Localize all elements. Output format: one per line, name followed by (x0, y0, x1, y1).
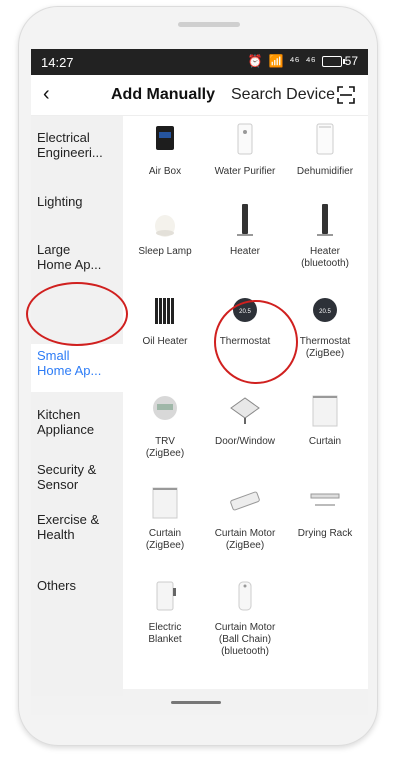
battery-indicator: 57 (321, 54, 358, 68)
device-sleep-lamp[interactable]: Sleep Lamp (125, 200, 205, 258)
sidebar-item-kitchen[interactable]: Kitchen Appliance (37, 407, 121, 437)
device-heater-bluetooth[interactable]: Heater (bluetooth) (285, 200, 365, 270)
scan-icon[interactable] (337, 86, 355, 104)
oil-heater-icon (125, 290, 205, 330)
air-box-icon (125, 120, 205, 160)
category-sidebar: Electrical Engineeri... Lighting Large H… (31, 116, 123, 696)
water-purifier-icon (205, 120, 285, 160)
sidebar-item-label: Large Home Ap... (37, 242, 102, 272)
signal-2: ⁴⁶ (305, 54, 316, 68)
sidebar-item-small-home-appliances[interactable]: Small Home Ap... (37, 348, 121, 378)
heater-bluetooth-icon (285, 200, 365, 240)
alarm-icon: ⏰ (247, 54, 263, 68)
device-curtain-motor-ball-chain[interactable]: Curtain Motor (Ball Chain) (bluetooth) (205, 576, 285, 658)
device-label: Air Box (148, 166, 182, 177)
device-trv-zigbee[interactable]: TRV (ZigBee) (125, 390, 205, 460)
sleep-lamp-icon (125, 200, 205, 240)
svg-text:20.5: 20.5 (319, 309, 331, 315)
device-oil-heater[interactable]: Oil Heater (125, 290, 205, 348)
annotation-circle-thermostat (214, 300, 298, 384)
sidebar-item-label: Lighting (37, 194, 83, 209)
trv-icon (125, 390, 205, 430)
heater-icon (205, 200, 285, 240)
sidebar-item-large-home-appliances[interactable]: Large Home Ap... (37, 242, 121, 272)
device-label: Curtain (308, 436, 342, 447)
device-label: Water Purifier (214, 166, 276, 177)
signal-1: ⁴⁶ (289, 54, 300, 68)
device-grid: Air Box Water Purifier Dehumidifier Slee… (123, 116, 368, 689)
device-drying-rack[interactable]: Drying Rack (285, 482, 365, 540)
device-label: Sleep Lamp (138, 246, 192, 257)
device-label: TRV (ZigBee) (145, 436, 185, 459)
device-label: Dehumidifier (296, 166, 354, 177)
device-label: Electric Blanket (148, 622, 182, 645)
device-label: Curtain (ZigBee) (145, 528, 185, 551)
home-indicator[interactable] (171, 701, 221, 704)
sidebar-item-label: Kitchen Appliance (37, 407, 95, 437)
sidebar-item-exercise[interactable]: Exercise & Health (37, 512, 121, 542)
door-window-sensor-icon (205, 390, 285, 430)
status-time: 14:27 (41, 55, 74, 70)
device-air-box[interactable]: Air Box (125, 120, 205, 178)
electric-blanket-icon (125, 576, 205, 616)
device-label: Heater (bluetooth) (301, 246, 349, 269)
device-curtain[interactable]: Curtain (285, 390, 365, 448)
drying-rack-icon (285, 482, 365, 522)
sidebar-item-label: Security & Sensor (37, 462, 97, 492)
ball-chain-motor-icon (205, 576, 285, 616)
device-label: Heater (229, 246, 260, 257)
sidebar-item-others[interactable]: Others (37, 578, 121, 593)
device-electric-blanket[interactable]: Electric Blanket (125, 576, 205, 646)
sidebar-item-label: Small Home Ap... (37, 348, 102, 378)
phone-speaker (178, 22, 240, 27)
sidebar-item-label: Others (37, 578, 77, 593)
app-screen: 14:27 ⏰ 📶 ⁴⁶ ⁴⁶ 57 ‹ Add Manually Search… (31, 49, 368, 715)
thermostat-zigbee-icon: 20.5 (285, 290, 365, 330)
device-curtain-zigbee[interactable]: Curtain (ZigBee) (125, 482, 205, 552)
status-bar: 14:27 ⏰ 📶 ⁴⁶ ⁴⁶ 57 (31, 49, 368, 75)
curtain-motor-icon (205, 482, 285, 522)
sidebar-item-label: Exercise & Health (37, 512, 100, 542)
device-label: Oil Heater (142, 336, 188, 347)
annotation-circle-small-home-appliances (26, 282, 128, 346)
sidebar-item-label: Electrical Engineeri... (37, 130, 103, 160)
device-label: Drying Rack (297, 528, 353, 539)
device-door-window[interactable]: Door/Window (205, 390, 285, 448)
device-curtain-motor-zigbee[interactable]: Curtain Motor (ZigBee) (205, 482, 285, 552)
battery-level: 57 (344, 54, 358, 68)
device-label: Door/Window (214, 436, 276, 447)
curtain-icon (285, 390, 365, 430)
curtain-zigbee-icon (125, 482, 205, 522)
sidebar-item-electrical[interactable]: Electrical Engineeri... (37, 130, 121, 160)
dehumidifier-icon (285, 120, 365, 160)
wifi-icon: 📶 (268, 54, 284, 68)
tab-add-manually[interactable]: Add Manually (111, 86, 215, 104)
tab-search-device[interactable]: Search Device (231, 86, 335, 104)
device-water-purifier[interactable]: Water Purifier (205, 120, 285, 178)
status-icons: ⏰ 📶 ⁴⁶ ⁴⁶ 57 (248, 54, 358, 68)
battery-icon (321, 55, 345, 67)
back-arrow-icon[interactable]: ‹ (43, 83, 50, 106)
device-label: Curtain Motor (ZigBee) (214, 528, 276, 551)
sidebar-item-lighting[interactable]: Lighting (37, 194, 121, 209)
app-header: ‹ Add Manually Search Device (31, 75, 368, 116)
sidebar-item-security[interactable]: Security & Sensor (37, 462, 121, 492)
device-label: Curtain Motor (Ball Chain) (bluetooth) (214, 622, 276, 657)
device-heater[interactable]: Heater (205, 200, 285, 258)
device-dehumidifier[interactable]: Dehumidifier (285, 120, 365, 178)
